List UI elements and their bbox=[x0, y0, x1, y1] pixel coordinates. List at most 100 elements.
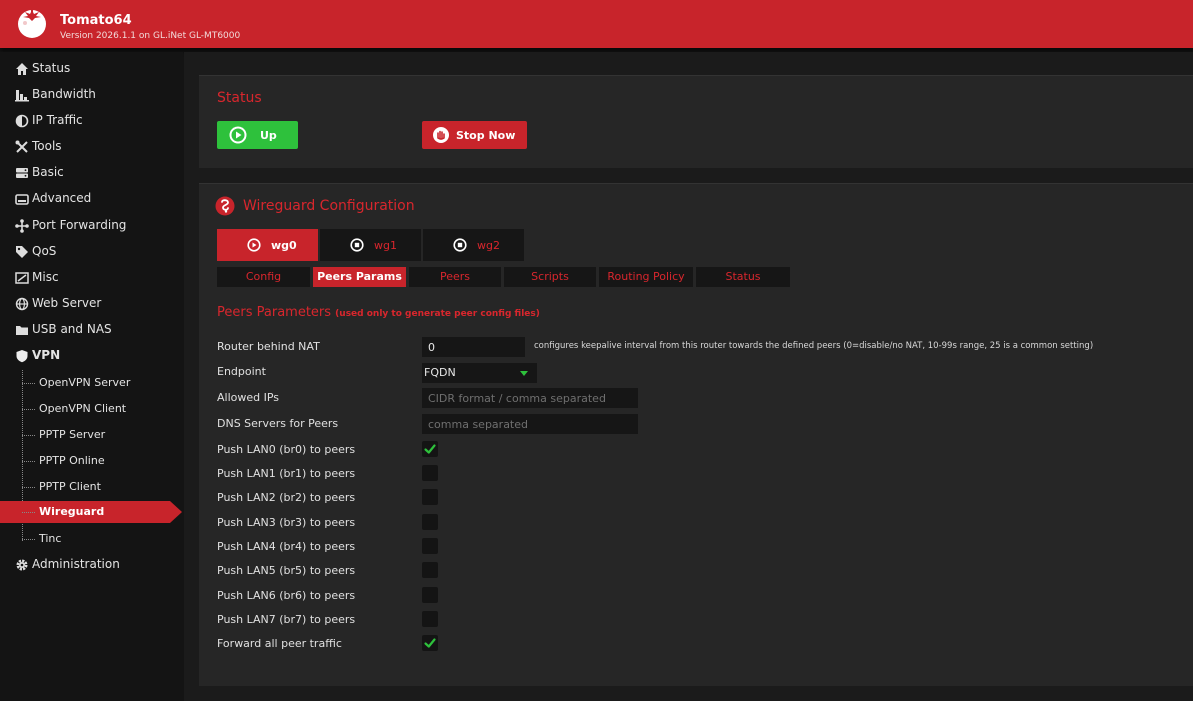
up-button-label: Up bbox=[260, 129, 277, 142]
allowed-ips-input[interactable] bbox=[422, 388, 638, 408]
sidebar-subitem-label: Tinc bbox=[39, 532, 62, 545]
tomato-logo-icon bbox=[18, 8, 46, 38]
sidebar: Status Bandwidth IP Traffic Tools Basic … bbox=[0, 52, 183, 701]
endpoint-label: Endpoint bbox=[217, 365, 266, 378]
tab-label: wg0 bbox=[271, 239, 297, 252]
app-title: Tomato64 bbox=[60, 13, 132, 28]
sidebar-item-label: Tools bbox=[32, 139, 62, 153]
sidebar-subitem-pptp-server[interactable]: PPTP Server bbox=[0, 424, 183, 446]
checkmark-icon bbox=[424, 444, 436, 454]
sidebar-item-label: Administration bbox=[32, 557, 120, 571]
sidebar-item-label: Advanced bbox=[32, 191, 92, 205]
tag-icon bbox=[16, 246, 28, 258]
push-lan6-checkbox[interactable] bbox=[422, 587, 438, 603]
checkmark-icon bbox=[424, 638, 436, 648]
sidebar-item-label: Bandwidth bbox=[32, 87, 96, 101]
peers-params-title: Peers Parameters (used only to generate … bbox=[217, 305, 540, 320]
gear-icon bbox=[16, 559, 28, 571]
stop-now-button-label: Stop Now bbox=[456, 129, 516, 142]
push-lan7-checkbox[interactable] bbox=[422, 611, 438, 627]
sidebar-subitem-label: OpenVPN Server bbox=[39, 376, 131, 389]
sidebar-item-basic[interactable]: Basic bbox=[0, 162, 183, 184]
sidebar-item-administration[interactable]: Administration bbox=[0, 554, 183, 576]
subtab-scripts[interactable]: Scripts bbox=[504, 267, 596, 287]
tab-label: wg1 bbox=[374, 239, 397, 252]
stop-circle-icon bbox=[453, 238, 467, 252]
sidebar-item-label: QoS bbox=[32, 244, 57, 258]
shield-icon bbox=[16, 350, 28, 363]
sidebar-item-status[interactable]: Status bbox=[0, 58, 183, 80]
sidebar-subitem-pptp-online[interactable]: PPTP Online bbox=[0, 450, 183, 472]
subtab-peers-params[interactable]: Peers Params bbox=[313, 267, 406, 287]
subtab-routing-policy[interactable]: Routing Policy bbox=[599, 267, 693, 287]
sidebar-item-advanced[interactable]: Advanced bbox=[0, 188, 183, 210]
sidebar-subitem-tinc[interactable]: Tinc bbox=[0, 528, 183, 550]
sidebar-item-label: Basic bbox=[32, 165, 64, 179]
tools-icon bbox=[15, 140, 28, 153]
play-circle-icon bbox=[247, 238, 261, 252]
push-lan5-checkbox[interactable] bbox=[422, 562, 438, 578]
stop-hand-icon bbox=[433, 127, 449, 143]
folder-icon bbox=[16, 326, 28, 335]
sidebar-subitem-label: PPTP Server bbox=[39, 428, 106, 441]
push-lan0-checkbox[interactable] bbox=[422, 441, 438, 457]
wireguard-icon bbox=[215, 196, 235, 216]
main-content: Status Up Stop Now Wireguard Configurati… bbox=[184, 52, 1193, 701]
sidebar-item-usb-nas[interactable]: USB and NAS bbox=[0, 319, 183, 341]
sidebar-item-web-server[interactable]: Web Server bbox=[0, 293, 183, 315]
sidebar-item-label: USB and NAS bbox=[32, 322, 112, 336]
sidebar-subitem-label: PPTP Client bbox=[39, 480, 101, 493]
sidebar-item-label: VPN bbox=[32, 348, 61, 362]
router-icon bbox=[15, 194, 29, 205]
network-icon bbox=[15, 219, 29, 233]
push-lan3-checkbox[interactable] bbox=[422, 514, 438, 530]
peers-params-note: (used only to generate peer config files… bbox=[335, 309, 540, 319]
sidebar-item-label: IP Traffic bbox=[32, 113, 83, 127]
endpoint-select[interactable]: FQDN bbox=[422, 363, 537, 383]
sidebar-item-port-forwarding[interactable]: Port Forwarding bbox=[0, 215, 183, 237]
router-nat-label: Router behind NAT bbox=[217, 340, 320, 353]
sidebar-subitem-label: Wireguard bbox=[39, 505, 105, 518]
forward-all-traffic-checkbox[interactable] bbox=[422, 635, 438, 651]
subtab-peers[interactable]: Peers bbox=[409, 267, 501, 287]
tab-wg1[interactable]: wg1 bbox=[320, 229, 421, 261]
sidebar-item-misc[interactable]: Misc bbox=[0, 267, 183, 289]
push-lan4-checkbox[interactable] bbox=[422, 538, 438, 554]
sidebar-subitem-pptp-client[interactable]: PPTP Client bbox=[0, 476, 183, 498]
sidebar-item-label: Status bbox=[32, 61, 71, 75]
push-lan3-label: Push LAN3 (br3) to peers bbox=[217, 516, 356, 529]
sidebar-subitem-openvpn-client[interactable]: OpenVPN Client bbox=[0, 398, 183, 420]
server-icon bbox=[16, 168, 28, 178]
subtab-config[interactable]: Config bbox=[217, 267, 310, 287]
misc-icon bbox=[15, 272, 29, 284]
sidebar-item-vpn[interactable]: VPN bbox=[0, 345, 183, 367]
subtab-status[interactable]: Status bbox=[696, 267, 790, 287]
sidebar-subitem-label: OpenVPN Client bbox=[39, 402, 127, 415]
push-lan1-label: Push LAN1 (br1) to peers bbox=[217, 467, 356, 480]
push-lan0-label: Push LAN0 (br0) to peers bbox=[217, 443, 356, 456]
push-lan2-checkbox[interactable] bbox=[422, 489, 438, 505]
push-lan6-label: Push LAN6 (br6) to peers bbox=[217, 589, 356, 602]
stop-now-button[interactable]: Stop Now bbox=[422, 121, 527, 149]
peers-params-heading: Peers Parameters bbox=[217, 305, 332, 320]
tab-wg2[interactable]: wg2 bbox=[423, 229, 524, 261]
endpoint-select-value: FQDN bbox=[424, 366, 456, 379]
tab-label: wg2 bbox=[477, 239, 500, 252]
tab-wg0[interactable]: wg0 bbox=[217, 229, 318, 261]
sidebar-item-qos[interactable]: QoS bbox=[0, 241, 183, 263]
home-icon bbox=[16, 63, 28, 75]
globe-icon bbox=[15, 297, 29, 311]
sidebar-subitem-wireguard[interactable]: Wireguard bbox=[0, 501, 182, 523]
up-button[interactable]: Up bbox=[217, 121, 298, 149]
sidebar-subitem-openvpn-server[interactable]: OpenVPN Server bbox=[0, 372, 183, 394]
push-lan1-checkbox[interactable] bbox=[422, 465, 438, 481]
push-lan4-label: Push LAN4 (br4) to peers bbox=[217, 540, 356, 553]
sidebar-item-ip-traffic[interactable]: IP Traffic bbox=[0, 110, 183, 132]
sidebar-item-label: Web Server bbox=[32, 296, 102, 310]
dns-servers-input[interactable] bbox=[422, 414, 638, 434]
sidebar-item-bandwidth[interactable]: Bandwidth bbox=[0, 84, 183, 106]
sidebar-item-label: Port Forwarding bbox=[32, 218, 127, 232]
sidebar-item-label: Misc bbox=[32, 270, 59, 284]
router-nat-input[interactable] bbox=[422, 337, 525, 357]
sidebar-item-tools[interactable]: Tools bbox=[0, 136, 183, 158]
